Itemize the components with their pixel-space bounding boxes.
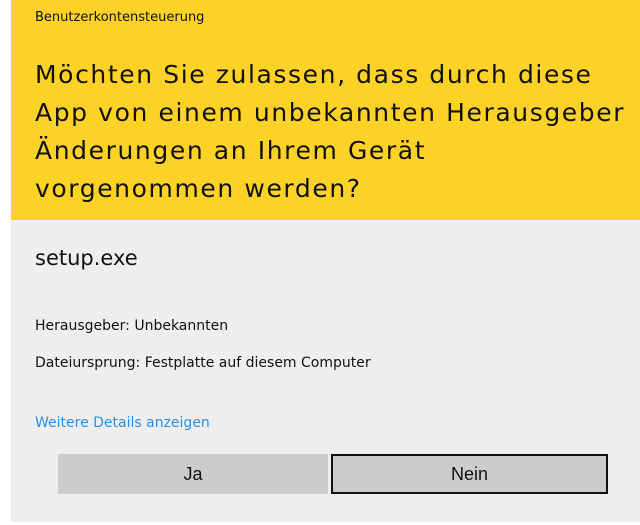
show-more-details-link[interactable]: Weitere Details anzeigen xyxy=(35,415,210,431)
app-name: setup.exe xyxy=(35,246,138,270)
dialog-header: Benutzerkontensteuerung Möchten Sie zula… xyxy=(11,0,640,220)
file-origin-info: Dateiursprung: Festplatte auf diesem Com… xyxy=(35,355,371,371)
publisher-info: Herausgeber: Unbekannten xyxy=(35,318,229,334)
permission-question: Möchten Sie zulassen, dass durch diese A… xyxy=(35,60,626,203)
window-title: Benutzerkontensteuerung xyxy=(35,10,205,25)
yes-button[interactable]: Ja xyxy=(58,454,328,494)
uac-dialog: Benutzerkontensteuerung Möchten Sie zula… xyxy=(11,0,640,522)
no-button[interactable]: Nein xyxy=(331,454,608,494)
